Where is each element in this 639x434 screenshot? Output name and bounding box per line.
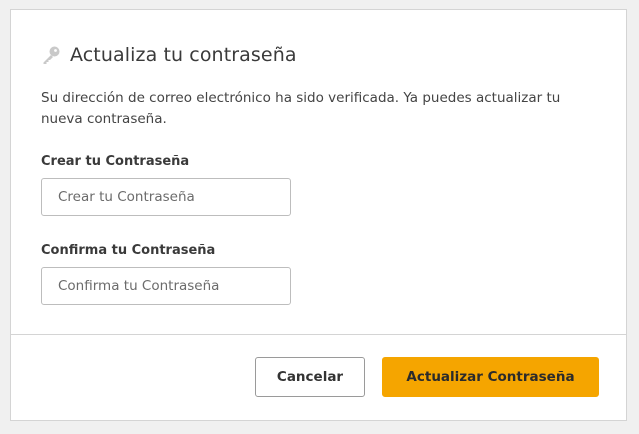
dialog-header: Actualiza tu contraseña [41,40,297,70]
create-password-label: Crear tu Contraseña [41,154,190,169]
confirm-password-input[interactable] [41,267,291,305]
verification-message: Su dirección de correo electrónico ha si… [41,90,561,127]
confirm-password-label: Confirma tu Contraseña [41,243,216,258]
update-password-button[interactable]: Actualizar Contraseña [382,357,599,397]
key-icon [41,45,61,65]
update-password-dialog: Actualiza tu contraseña Su dirección de … [10,9,627,421]
create-password-input[interactable] [41,178,291,216]
dialog-title: Actualiza tu contraseña [70,44,297,66]
footer-divider [11,334,626,335]
cancel-button[interactable]: Cancelar [255,357,365,397]
